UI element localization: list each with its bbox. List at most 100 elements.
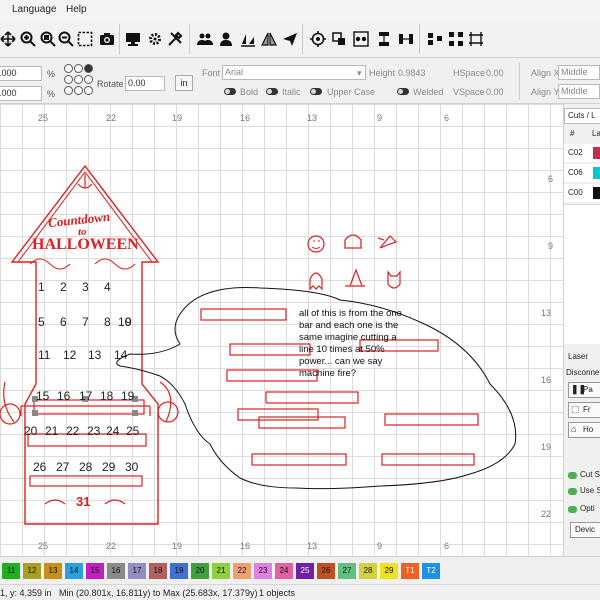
- mirror-icon[interactable]: [261, 31, 277, 47]
- node-edit-icon[interactable]: [353, 31, 369, 47]
- zoom-out-icon[interactable]: [58, 31, 74, 47]
- move-icon[interactable]: [0, 31, 16, 47]
- calendar-day: 10: [118, 315, 132, 329]
- palette-swatch[interactable]: 21: [212, 563, 230, 579]
- layer-row[interactable]: C00: [564, 184, 600, 202]
- uppercase-toggle[interactable]: [310, 88, 322, 95]
- y-position-input[interactable]: .000: [0, 86, 42, 101]
- cut-selected-toggle[interactable]: [568, 472, 577, 479]
- vspace-value[interactable]: 0.00: [486, 86, 504, 98]
- grid-array-icon[interactable]: [448, 31, 464, 47]
- layer-color-swatch: [593, 147, 600, 159]
- anchor-point-icon[interactable]: [64, 86, 73, 95]
- menu-language[interactable]: Language: [12, 4, 57, 15]
- anchor-point-icon[interactable]: [74, 75, 83, 84]
- camera-icon[interactable]: [99, 31, 115, 47]
- anchor-point-icon[interactable]: [64, 75, 73, 84]
- calendar-day: 29: [102, 460, 116, 474]
- distribute-v-icon[interactable]: [376, 31, 392, 47]
- distribute-h-icon[interactable]: [398, 31, 414, 47]
- zoom-in-icon[interactable]: [20, 31, 36, 47]
- height-label: Height: [369, 68, 396, 78]
- select-frame-icon[interactable]: [77, 31, 93, 47]
- italic-toggle[interactable]: [266, 88, 278, 95]
- anchor-point-icon[interactable]: [84, 75, 93, 84]
- x-position-input[interactable]: .000: [0, 66, 42, 81]
- main-toolbar: [0, 20, 600, 58]
- halloween-calendar-artwork[interactable]: [0, 104, 563, 556]
- align-y-label: Align Y: [531, 87, 560, 97]
- welded-toggle[interactable]: [397, 88, 409, 95]
- palette-swatch[interactable]: 26: [317, 563, 335, 579]
- layer-name: C06: [568, 168, 583, 177]
- palette-swatch[interactable]: 18: [149, 563, 167, 579]
- align-y-select[interactable]: Middle: [558, 84, 600, 99]
- anchor-point-icon[interactable]: [64, 64, 73, 73]
- palette-swatch[interactable]: T2: [422, 563, 440, 579]
- target-icon[interactable]: [310, 31, 326, 47]
- palette-swatch[interactable]: 22: [233, 563, 251, 579]
- crosshair-grid-icon[interactable]: [468, 31, 484, 47]
- object-count: 1 objects: [259, 588, 296, 598]
- height-value[interactable]: 0.9843: [398, 67, 426, 79]
- hspace-value[interactable]: 0.00: [486, 67, 504, 79]
- font-label: Font: [202, 68, 221, 78]
- palette-swatch[interactable]: 19: [170, 563, 188, 579]
- align-icon[interactable]: [240, 31, 256, 47]
- layer-palette: 11 12 13 14 15 16 17 18 19 20 21 22 23 2…: [0, 556, 600, 584]
- status-bar: 1, y: 4.359 in Min (20.801x, 16.811y) to…: [0, 584, 600, 600]
- palette-swatch[interactable]: 27: [338, 563, 356, 579]
- align-x-label: Align X: [531, 68, 560, 78]
- layers-col-layer: La: [592, 129, 600, 138]
- palette-swatch[interactable]: 17: [128, 563, 146, 579]
- palette-swatch[interactable]: 24: [275, 563, 293, 579]
- palette-swatch[interactable]: 23: [254, 563, 272, 579]
- palette-swatch[interactable]: 28: [359, 563, 377, 579]
- devices-button[interactable]: Devic: [570, 522, 600, 538]
- italic-label: Italic: [282, 87, 301, 97]
- anchor-point-icon[interactable]: [84, 86, 93, 95]
- palette-swatch[interactable]: T1: [401, 563, 419, 579]
- calendar-day: 13: [88, 348, 102, 362]
- cut-selected-label: Cut S: [580, 470, 600, 479]
- optimize-label: Opti: [580, 504, 595, 513]
- palette-swatch[interactable]: 14: [65, 563, 83, 579]
- palette-swatch[interactable]: 15: [86, 563, 104, 579]
- palette-swatch[interactable]: 11: [2, 563, 20, 579]
- send-icon[interactable]: [282, 31, 298, 47]
- font-select[interactable]: Arial: [222, 65, 366, 80]
- calendar-day: 1: [38, 280, 45, 294]
- bold-toggle[interactable]: [224, 88, 236, 95]
- bounds-icon[interactable]: [331, 31, 347, 47]
- menu-help[interactable]: Help: [66, 4, 87, 15]
- tools-icon[interactable]: [167, 31, 183, 47]
- palette-swatch[interactable]: 29: [380, 563, 398, 579]
- palette-swatch[interactable]: 20: [191, 563, 209, 579]
- calendar-day: 18: [100, 389, 114, 403]
- palette-swatch[interactable]: 25: [296, 563, 314, 579]
- tab-cuts-layers[interactable]: Cuts / L: [564, 108, 600, 124]
- anchor-point-icon[interactable]: [74, 86, 83, 95]
- palette-swatch[interactable]: 13: [44, 563, 62, 579]
- anchor-point-icon[interactable]: [74, 64, 83, 73]
- monitor-icon[interactable]: [125, 31, 141, 47]
- calendar-day: 25: [126, 424, 140, 438]
- settings-icon[interactable]: [147, 31, 163, 47]
- array-icon[interactable]: [427, 31, 443, 47]
- user-icon[interactable]: [218, 31, 234, 47]
- units-button[interactable]: in: [175, 75, 193, 91]
- anchor-point-selected-icon[interactable]: [84, 64, 93, 73]
- layer-row[interactable]: C02: [564, 144, 600, 162]
- optimize-toggle[interactable]: [568, 506, 577, 513]
- group-icon[interactable]: [197, 31, 213, 47]
- rotate-input[interactable]: 0.00: [125, 76, 165, 91]
- zoom-fit-icon[interactable]: [40, 31, 56, 47]
- palette-swatch[interactable]: 16: [107, 563, 125, 579]
- font-dropdown-icon[interactable]: ▾: [357, 67, 362, 79]
- palette-swatch[interactable]: 12: [23, 563, 41, 579]
- layer-row[interactable]: C06: [564, 164, 600, 182]
- design-canvas[interactable]: 25 22 19 16 13 9 6 25 22 19 16 13 9 6 6 …: [0, 104, 563, 556]
- use-selection-toggle[interactable]: [568, 488, 577, 495]
- align-x-select[interactable]: Middle: [558, 65, 600, 80]
- cursor-coordinates: 1, y: 4.359 in: [0, 588, 52, 598]
